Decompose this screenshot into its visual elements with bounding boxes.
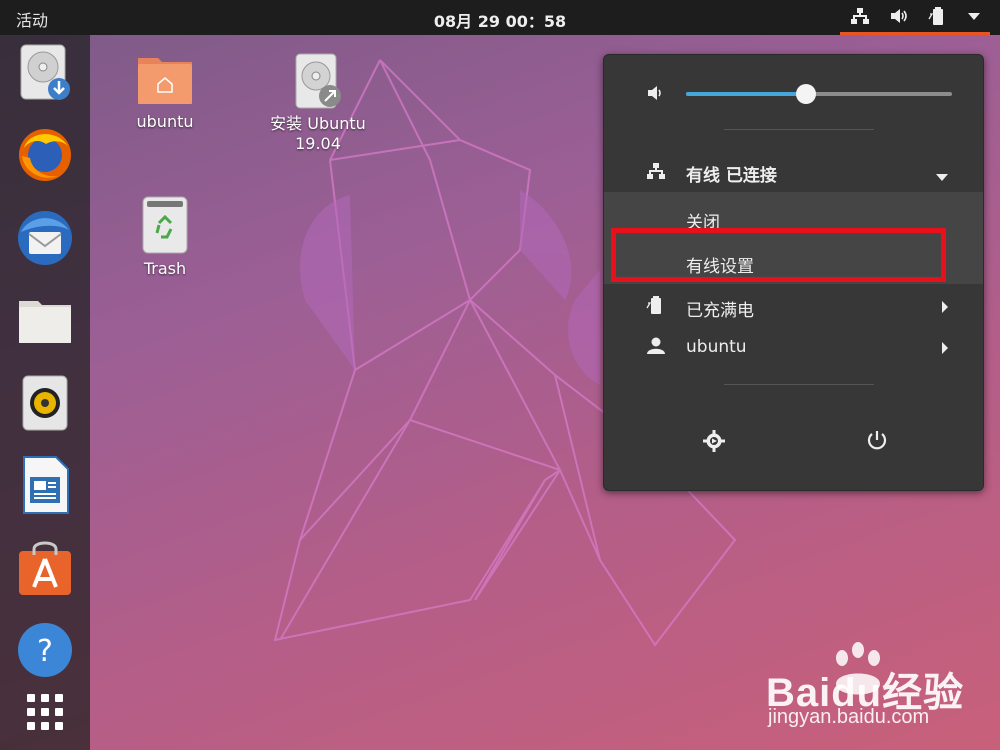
svg-text:?: ? bbox=[37, 634, 53, 669]
user-label: ubuntu bbox=[686, 337, 747, 357]
dock-item-files[interactable] bbox=[14, 289, 76, 351]
dock-item-writer[interactable] bbox=[14, 454, 76, 516]
thunderbird-icon bbox=[18, 211, 72, 265]
divider bbox=[724, 384, 874, 385]
dock-item-install[interactable] bbox=[14, 42, 76, 104]
desktop-install-ubuntu[interactable]: 安装 Ubuntu 19.04 bbox=[258, 52, 378, 154]
dropdown-icon[interactable] bbox=[967, 11, 981, 21]
menu-action-bar bbox=[604, 421, 983, 461]
volume-slider[interactable] bbox=[686, 84, 952, 104]
disk-download-icon bbox=[20, 44, 70, 100]
folder-icon bbox=[19, 301, 71, 343]
battery-icon[interactable] bbox=[927, 6, 948, 26]
firefox-icon bbox=[19, 129, 71, 181]
dock-item-show-apps[interactable] bbox=[14, 681, 76, 743]
power-icon bbox=[867, 431, 887, 450]
volume-slider-fill bbox=[686, 92, 806, 96]
power-button[interactable] bbox=[866, 429, 888, 455]
app-grid-icon bbox=[27, 694, 63, 730]
chevron-right-icon bbox=[941, 299, 949, 319]
dock-item-help[interactable]: ? bbox=[14, 619, 76, 681]
dock-item-software[interactable] bbox=[14, 537, 76, 599]
divider bbox=[724, 129, 874, 130]
battery-icon bbox=[646, 295, 666, 320]
battery-label: 已充满电 bbox=[686, 301, 754, 321]
network-wired-icon[interactable] bbox=[850, 7, 870, 25]
wired-connection-row[interactable]: 有线 已连接 bbox=[604, 152, 983, 192]
settings-button[interactable] bbox=[702, 429, 726, 457]
speaker-icon bbox=[22, 375, 68, 431]
install-label-line1: 安装 Ubuntu bbox=[270, 114, 366, 133]
dock-item-thunderbird[interactable] bbox=[14, 207, 76, 269]
user-row[interactable]: ubuntu bbox=[604, 328, 983, 368]
system-tray[interactable] bbox=[840, 0, 990, 35]
top-bar: 活动 08月 29 00：58 bbox=[0, 0, 1000, 35]
highlight-annotation-box bbox=[611, 228, 946, 282]
software-center-icon bbox=[19, 541, 71, 595]
dock-item-rhythmbox[interactable] bbox=[14, 372, 76, 434]
volume-icon[interactable] bbox=[889, 7, 909, 25]
clock[interactable]: 08月 29 00：58 bbox=[434, 12, 566, 31]
chevron-down-icon bbox=[935, 167, 949, 187]
battery-row[interactable]: 已充满电 bbox=[604, 287, 983, 327]
user-icon bbox=[646, 337, 666, 360]
network-wired-icon bbox=[646, 162, 666, 185]
dock: ? bbox=[0, 35, 90, 750]
wired-connection-label: 有线 已连接 bbox=[686, 166, 777, 186]
dock-item-firefox[interactable] bbox=[14, 124, 76, 186]
volume-icon bbox=[646, 84, 666, 106]
desktop-home-folder[interactable]: ubuntu bbox=[120, 52, 210, 132]
help-icon: ? bbox=[18, 623, 72, 677]
install-label-line2: 19.04 bbox=[295, 134, 341, 153]
install-disk-icon bbox=[295, 53, 341, 109]
home-folder-label: ubuntu bbox=[136, 112, 194, 131]
writer-icon bbox=[23, 456, 69, 514]
activities-button[interactable]: 活动 bbox=[16, 7, 48, 31]
gear-icon bbox=[703, 430, 725, 452]
watermark-url: jingyan.baidu.com bbox=[768, 706, 930, 728]
baidu-watermark: Baidu经验 jingyan.baidu.com bbox=[766, 640, 966, 735]
home-folder-icon bbox=[138, 58, 192, 104]
trash-icon bbox=[142, 196, 188, 254]
volume-slider-knob[interactable] bbox=[795, 84, 816, 104]
chevron-right-icon bbox=[941, 340, 949, 360]
trash-label: Trash bbox=[143, 259, 187, 278]
volume-row bbox=[604, 75, 983, 115]
desktop-trash[interactable]: Trash bbox=[120, 195, 210, 279]
